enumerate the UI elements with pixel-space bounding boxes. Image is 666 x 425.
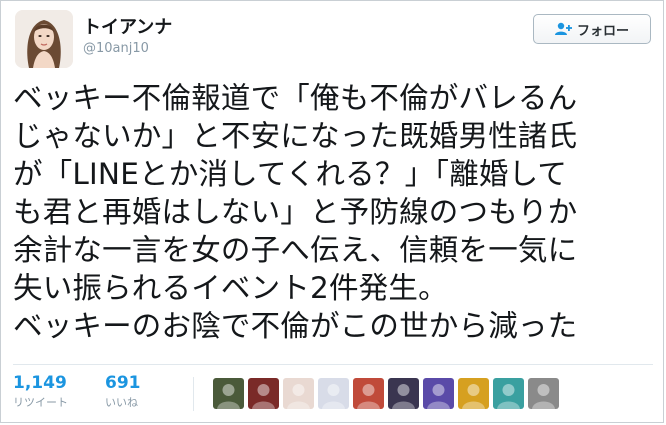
liker-avatar[interactable] [493,378,524,409]
stats-divider [13,364,653,365]
tweet-line: じゃないか」と不安になった既婚男性諸氏 [13,119,578,153]
follow-button-label: フォロー [576,23,629,39]
user-handle[interactable]: @10anj10 [83,41,149,56]
liker-avatar[interactable] [528,378,559,409]
like-count: 691 [105,373,141,393]
liker-avatar-8 [458,378,489,409]
retweet-label: リツイート [13,396,68,409]
tweet-line: が「LINEとか消してくれる？」「離婚して [13,157,568,191]
liker-avatar[interactable] [213,378,244,409]
follow-button[interactable]: フォロー [533,14,651,44]
user-plus-icon [554,22,572,35]
liker-avatar-2 [248,378,279,409]
liker-avatar[interactable] [353,378,384,409]
liker-avatar-5 [353,378,384,409]
tweet-line: ベッキー不倫報道で「俺も不倫がバレるん [13,81,578,115]
profile-photo-icon [15,10,73,68]
liker-avatar[interactable] [458,378,489,409]
tweet-line: 失い振られるイベント2件発生。 [13,271,448,305]
liker-avatar[interactable] [283,378,314,409]
tweet-line: ベッキーのお陰で不倫がこの世から減った [13,309,578,343]
tweet-text: ベッキー不倫報道で「俺も不倫がバレるん じゃないか」と不安になった既婚男性諸氏 … [13,79,653,345]
liker-avatar-4 [318,378,349,409]
liker-avatar-7 [423,378,454,409]
like-label: いいね [105,396,138,409]
retweet-stat[interactable]: 1,149 リツイート [13,373,68,410]
tweet-line: も君と再婚はしない」と予防線のつもりか [13,195,578,229]
liker-avatar-10 [528,378,559,409]
like-stat[interactable]: 691 いいね [105,373,141,410]
liker-avatar-6 [388,378,419,409]
display-name[interactable]: トイアンナ [83,13,172,39]
liker-avatar-1 [213,378,244,409]
liker-avatar-9 [493,378,524,409]
stats-separator [193,377,194,411]
liker-avatar-3 [283,378,314,409]
retweet-count: 1,149 [13,373,67,393]
liker-avatar[interactable] [248,378,279,409]
liker-avatar[interactable] [423,378,454,409]
tweet-card: トイアンナ @10anj10 フォロー ベッキー不倫報道で「俺も不倫がバレるん … [0,0,664,423]
liker-avatar[interactable] [388,378,419,409]
profile-avatar[interactable] [15,10,73,68]
liker-avatar[interactable] [318,378,349,409]
liker-avatars [213,378,559,409]
tweet-line: 余計な一言を女の子へ伝え、信頼を一気に [13,233,578,267]
